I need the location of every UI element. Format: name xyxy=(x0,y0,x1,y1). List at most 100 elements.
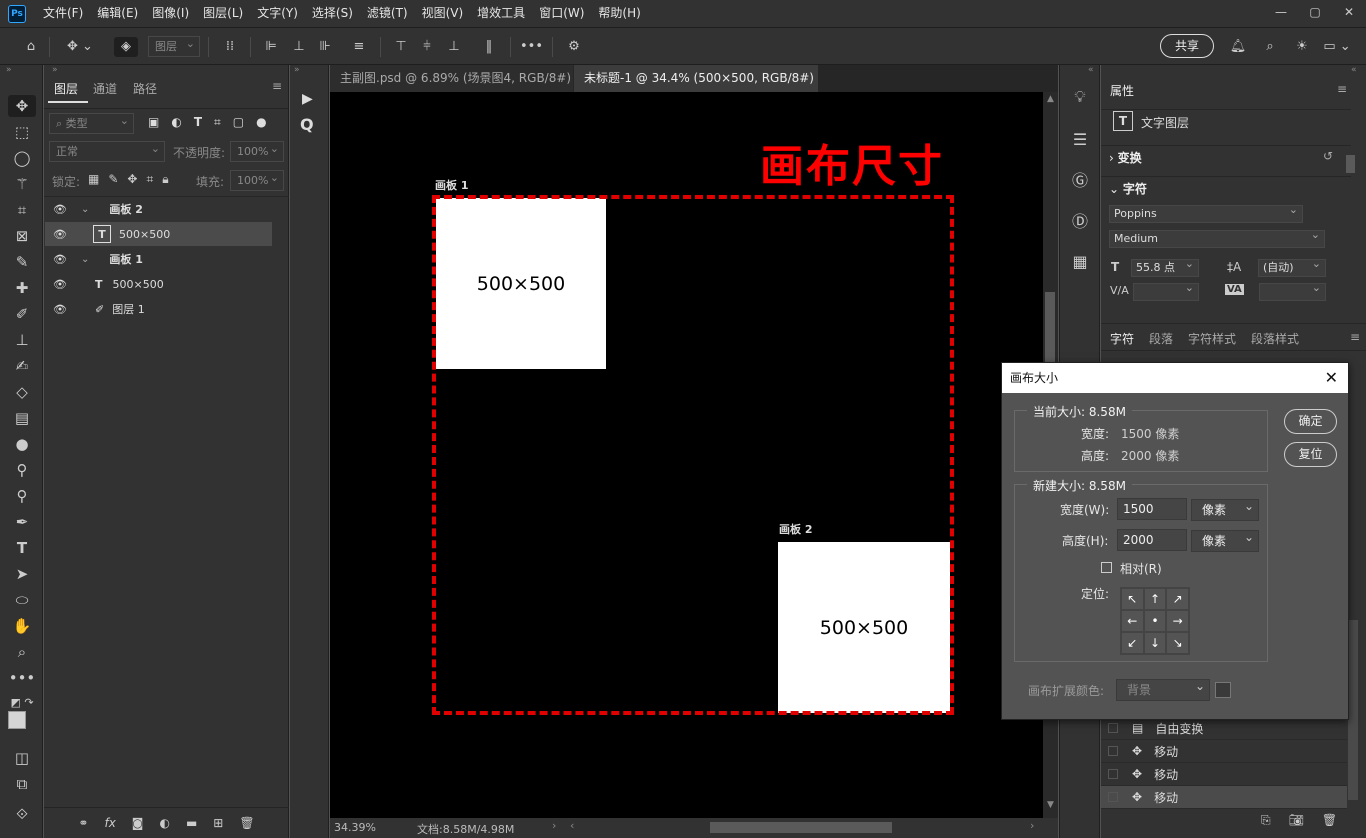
anchor-bottom-left[interactable]: ↙ xyxy=(1121,632,1144,654)
doc-tab-untitled[interactable]: 未标题-1 @ 34.4% (500×500, RGB/8#) * × xyxy=(574,65,818,112)
new-document-from-state-icon[interactable]: ⎘ xyxy=(1261,813,1271,828)
opacity-field[interactable]: 100% xyxy=(230,139,284,162)
clone-stamp-tool-icon[interactable]: ⊥ xyxy=(8,329,36,351)
frame-tool-icon[interactable]: ⊠ xyxy=(8,225,36,247)
history-checkbox[interactable] xyxy=(1108,769,1118,779)
adjustment-layer-icon[interactable]: ◐ xyxy=(159,816,169,830)
collapse-chevron-icon[interactable]: « xyxy=(1351,65,1357,75)
screen-mode-icon[interactable]: ⧉ xyxy=(8,773,36,795)
menu-item-8[interactable]: 增效工具 xyxy=(470,0,532,27)
menu-item-1[interactable]: 编辑(E) xyxy=(90,0,145,27)
visibility-eye-icon[interactable]: 👁︎ xyxy=(53,203,67,216)
dialog-title-bar[interactable]: 画布大小 ✕ xyxy=(1002,363,1348,393)
align-vcenter-icon[interactable]: ⫩ xyxy=(418,37,436,57)
brush-tool-icon[interactable]: ✐ xyxy=(8,303,36,325)
history-row-current[interactable]: ✥ 移动 xyxy=(1101,786,1347,809)
delete-state-icon[interactable]: 🗑︎ xyxy=(1322,813,1337,828)
kerning-field[interactable] xyxy=(1133,280,1199,301)
minimize-button[interactable]: — xyxy=(1264,0,1298,27)
add-mask-icon[interactable]: ◙ xyxy=(132,816,144,830)
panel-menu-icon[interactable]: ≡ xyxy=(1337,82,1347,96)
scroll-up-icon[interactable]: ▲ xyxy=(1047,94,1054,104)
align-bottom-icon[interactable]: ⊥ xyxy=(445,37,463,57)
transform-controls-icon[interactable]: ⁞⁞ xyxy=(219,37,241,57)
filter-type-dropdown[interactable]: ⌕ 类型 xyxy=(49,111,134,134)
tab-layers[interactable]: 图层 xyxy=(54,80,78,97)
share-button[interactable]: 共享 xyxy=(1160,34,1214,58)
visibility-eye-icon[interactable]: 👁︎ xyxy=(53,228,67,241)
blur-tool-icon[interactable]: ● xyxy=(8,433,36,455)
lock-transparent-icon[interactable]: ▦ xyxy=(88,172,99,187)
visibility-eye-icon[interactable]: 👁︎ xyxy=(53,278,67,291)
delete-layer-icon[interactable]: 🗑︎ xyxy=(239,816,254,830)
visibility-eye-icon[interactable]: 👁︎ xyxy=(53,303,67,316)
workspace-switcher-icon[interactable]: ▭ ⌄ xyxy=(1322,37,1352,57)
lasso-tool-icon[interactable]: ◯ xyxy=(8,147,36,169)
anchor-bottom[interactable]: ↓ xyxy=(1143,632,1167,654)
font-style-dropdown[interactable]: Medium xyxy=(1109,227,1325,248)
content-credentials-icon[interactable]: ⟐ xyxy=(8,803,36,825)
plugin-d-icon[interactable]: Ⓓ xyxy=(1068,208,1092,232)
height-input[interactable]: 2000 xyxy=(1117,529,1187,551)
anchor-top[interactable]: ↑ xyxy=(1143,588,1167,610)
height-unit-select[interactable]: 像素 xyxy=(1191,527,1259,552)
ellipse-tool-icon[interactable]: ⬭ xyxy=(8,589,36,611)
settings-gear-icon[interactable]: ⚙ xyxy=(563,37,585,57)
hand-tool-icon[interactable]: ✋ xyxy=(8,615,36,637)
lock-artboard-icon[interactable]: ⌗ xyxy=(146,172,153,187)
artboard-1-label[interactable]: 画板 1 xyxy=(435,177,468,193)
collapse-chevron-icon[interactable]: « xyxy=(1088,65,1094,75)
history-brush-tool-icon[interactable]: ✍ xyxy=(8,355,36,377)
sponge-tool-icon[interactable]: ⚲ xyxy=(8,485,36,507)
extension-color-select[interactable]: 背景 xyxy=(1116,676,1210,701)
pen-tool-icon[interactable]: ✒ xyxy=(8,511,36,533)
path-selection-tool-icon[interactable]: ➤ xyxy=(8,563,36,585)
adjustment-filter-icon[interactable]: ◐ xyxy=(171,115,181,130)
crop-tool-icon[interactable]: ⌗ xyxy=(8,199,36,221)
magic-wand-tool-icon[interactable]: ⚚ xyxy=(8,173,36,195)
doc-tab-main[interactable]: 主副图.psd @ 6.89% (场景图4, RGB/8#) × xyxy=(330,65,573,112)
width-unit-select[interactable]: 像素 xyxy=(1191,496,1259,521)
relative-checkbox[interactable] xyxy=(1101,562,1112,573)
layer-row-text-selected[interactable]: 👁︎ T 500×500 xyxy=(45,222,272,246)
quick-mask-icon[interactable]: ◫ xyxy=(8,747,36,769)
menu-item-10[interactable]: 帮助(H) xyxy=(591,0,647,27)
smart-object-filter-icon[interactable]: ▢ xyxy=(233,115,244,130)
image-filter-icon[interactable]: ▣ xyxy=(148,115,159,130)
properties-list-icon[interactable]: ☰ xyxy=(1068,127,1092,151)
new-group-icon[interactable]: ▬ xyxy=(186,816,197,830)
anchor-top-right[interactable]: ↗ xyxy=(1166,588,1189,610)
tab-character[interactable]: 字符 xyxy=(1110,330,1134,347)
move-tool-options-icon[interactable]: ✥ ⌄ xyxy=(60,37,100,57)
close-icon[interactable]: ✕ xyxy=(1325,363,1338,393)
text-filter-icon[interactable]: T xyxy=(194,115,202,130)
new-layer-icon[interactable]: ⊞ xyxy=(213,816,223,830)
doc-info[interactable]: 文档:8.58M/4.98M xyxy=(417,821,514,837)
discover-lightbulb-icon[interactable]: ☀ xyxy=(1292,37,1312,57)
more-options-icon[interactable]: ••• xyxy=(520,37,543,57)
tab-paths[interactable]: 路径 xyxy=(133,80,157,97)
anchor-center[interactable]: • xyxy=(1143,610,1167,632)
menu-item-4[interactable]: 文字(Y) xyxy=(250,0,305,27)
zoom-tool-icon[interactable]: ⌕ xyxy=(8,641,36,663)
blend-mode-dropdown[interactable]: 正常 xyxy=(49,139,165,162)
ok-button[interactable]: 确定 xyxy=(1284,409,1337,434)
panel-menu-icon[interactable]: ≡ xyxy=(1350,330,1360,344)
tab-paragraph[interactable]: 段落 xyxy=(1149,330,1173,347)
eyedropper-tool-icon[interactable]: ✎ xyxy=(8,251,36,273)
align-right-icon[interactable]: ⊪ xyxy=(316,37,334,57)
move-tool-icon[interactable]: ✥ xyxy=(8,95,36,117)
history-row[interactable]: ✥ 移动 xyxy=(1101,763,1347,786)
expand-chevron-icon[interactable]: ⌄ xyxy=(81,204,89,215)
panel-menu-icon[interactable]: ≡ xyxy=(272,79,282,93)
leading-field[interactable]: (自动) xyxy=(1258,256,1326,277)
layer-row-artboard-1[interactable]: 👁︎ ⌄ 画板 1 xyxy=(45,247,272,271)
plugin-q-icon[interactable]: Q xyxy=(300,115,314,134)
filter-toggle-icon[interactable]: ● xyxy=(256,115,266,130)
font-size-field[interactable]: 55.8 点 xyxy=(1131,256,1199,277)
history-row[interactable]: ▤ 自由变换 xyxy=(1101,717,1347,740)
history-row[interactable]: ✥ 移动 xyxy=(1101,740,1347,763)
fx-icon[interactable]: fx xyxy=(104,816,115,830)
tab-character-styles[interactable]: 字符样式 xyxy=(1188,330,1236,347)
scroll-right-icon[interactable]: › xyxy=(1030,819,1034,832)
